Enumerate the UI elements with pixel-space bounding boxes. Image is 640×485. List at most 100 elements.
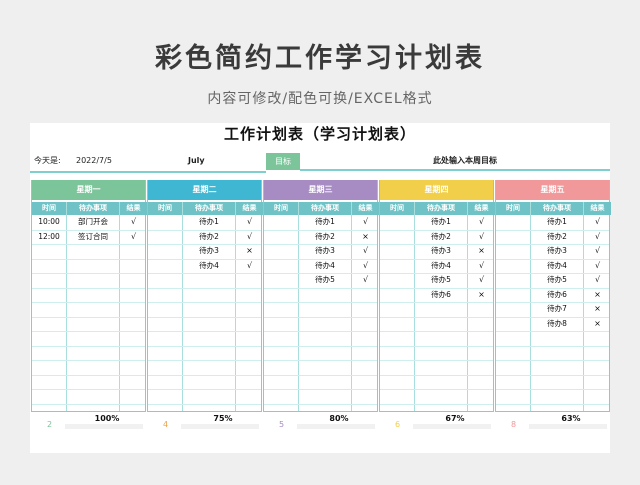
task-result-cell[interactable]: √ [468,215,495,230]
task-todo-cell[interactable]: 待办3 [299,244,351,259]
task-result-cell[interactable]: × [468,244,495,259]
task-result-cell[interactable]: √ [584,230,611,245]
task-result-cell[interactable]: √ [468,230,495,245]
date-value[interactable]: 2022/7/5 [76,151,112,171]
row-line [32,403,145,405]
task-time-cell[interactable] [148,259,182,274]
column-header-result: 结果 [120,202,147,215]
task-time-cell[interactable] [148,230,182,245]
task-time-cell[interactable] [496,230,530,245]
month-value[interactable]: July [188,151,205,171]
task-time-cell[interactable]: 12:00 [32,230,66,245]
task-result-cell[interactable]: × [352,230,379,245]
day-column-1: 星期一 时间 待办事项 结果 10:00 部门开会 √ 12:00 签订合同 √ [31,180,147,412]
task-time-cell[interactable] [496,244,530,259]
task-result-cell[interactable]: √ [468,259,495,274]
task-time-cell[interactable] [380,259,414,274]
task-todo-cell[interactable]: 待办2 [415,230,467,245]
column-header-time: 时间 [148,202,182,215]
task-time-cell[interactable] [264,244,298,259]
task-time-cell[interactable] [148,244,182,259]
task-time-cell[interactable] [496,302,530,317]
task-todo-cell[interactable]: 待办2 [183,230,235,245]
day-header: 星期三 [264,180,377,200]
task-result-cell[interactable]: × [584,288,611,303]
task-todo-cell[interactable]: 待办2 [299,230,351,245]
task-todo-cell[interactable]: 待办5 [415,273,467,288]
row-line [148,287,261,289]
task-result-cell[interactable]: √ [468,273,495,288]
task-todo-cell[interactable]: 待办4 [183,259,235,274]
task-time-cell[interactable] [380,273,414,288]
column-header-time: 时间 [496,202,530,215]
task-result-cell[interactable]: √ [352,244,379,259]
task-result-cell[interactable]: √ [352,259,379,274]
task-todo-cell[interactable]: 待办5 [299,273,351,288]
task-time-cell[interactable] [148,215,182,230]
row-line [380,389,493,390]
task-todo-cell[interactable]: 待办6 [415,288,467,303]
task-todo-cell[interactable]: 待办4 [415,259,467,274]
task-todo-cell[interactable]: 部门开会 [67,215,119,230]
task-result-cell[interactable]: √ [584,215,611,230]
task-time-cell[interactable] [264,215,298,230]
task-result-cell[interactable]: × [584,317,611,332]
task-result-cell[interactable]: × [468,288,495,303]
task-time-cell[interactable] [496,273,530,288]
task-time-cell[interactable] [496,259,530,274]
task-time-cell[interactable] [380,230,414,245]
task-result-cell[interactable]: √ [584,244,611,259]
task-todo-cell[interactable]: 待办1 [299,215,351,230]
row-line [264,389,377,390]
column-header-time: 时间 [380,202,414,215]
task-todo-cell[interactable]: 待办8 [531,317,583,332]
task-time-cell[interactable]: 10:00 [32,215,66,230]
task-time-cell[interactable] [496,215,530,230]
task-todo-cell[interactable]: 待办4 [531,259,583,274]
task-result-cell[interactable]: √ [584,259,611,274]
task-rows: 待办1 √ 待办2 √ 待办3 × 待办4 √ 待办5 √ 待办6 × [380,215,493,411]
progress-percent: 100% [94,414,120,423]
goal-text[interactable]: 此处输入本周目标 [390,151,540,171]
task-todo-cell[interactable]: 待办2 [531,230,583,245]
goal-underline [300,169,610,171]
task-time-cell[interactable] [496,288,530,303]
task-result-cell[interactable]: √ [120,230,147,245]
task-todo-cell[interactable]: 签订合同 [67,230,119,245]
task-todo-cell[interactable]: 待办1 [415,215,467,230]
day-column-3: 星期三 时间 待办事项 结果 待办1 √ 待办2 × 待办3 √ 待办4 √ 待办5 √ [263,180,379,412]
task-time-cell[interactable] [264,259,298,274]
task-result-cell[interactable]: √ [352,215,379,230]
task-time-cell[interactable] [496,317,530,332]
row-line [148,273,261,274]
progress-footer: 2 100% 4 75% 5 80% 6 67% 8 63% [30,412,610,434]
task-result-cell[interactable]: √ [352,273,379,288]
row-line [32,389,145,390]
task-todo-cell[interactable]: 待办3 [183,244,235,259]
task-time-cell[interactable] [380,288,414,303]
task-result-cell[interactable]: √ [236,230,263,245]
task-todo-cell[interactable]: 待办4 [299,259,351,274]
task-todo-cell[interactable]: 待办5 [531,273,583,288]
task-todo-cell[interactable]: 待办3 [415,244,467,259]
task-todo-cell[interactable]: 待办1 [531,215,583,230]
task-time-cell[interactable] [264,273,298,288]
info-row: 今天是: 2022/7/5 July 目标 此处输入本周目标 [30,151,610,171]
task-todo-cell[interactable]: 待办1 [183,215,235,230]
task-todo-cell[interactable]: 待办3 [531,244,583,259]
task-todo-cell[interactable]: 待办6 [531,288,583,303]
task-time-cell[interactable] [380,215,414,230]
task-result-cell[interactable]: × [236,244,263,259]
progress-percent: 63% [561,414,581,423]
task-result-cell[interactable]: √ [584,273,611,288]
task-result-cell[interactable]: √ [236,215,263,230]
task-result-cell[interactable]: × [584,302,611,317]
today-label: 今天是: [34,156,61,165]
task-time-cell[interactable] [380,244,414,259]
row-line [380,302,493,303]
task-result-cell[interactable]: √ [236,259,263,274]
task-result-cell[interactable]: √ [120,215,147,230]
task-todo-cell[interactable]: 待办7 [531,302,583,317]
progress-bar [413,424,491,429]
task-time-cell[interactable] [264,230,298,245]
